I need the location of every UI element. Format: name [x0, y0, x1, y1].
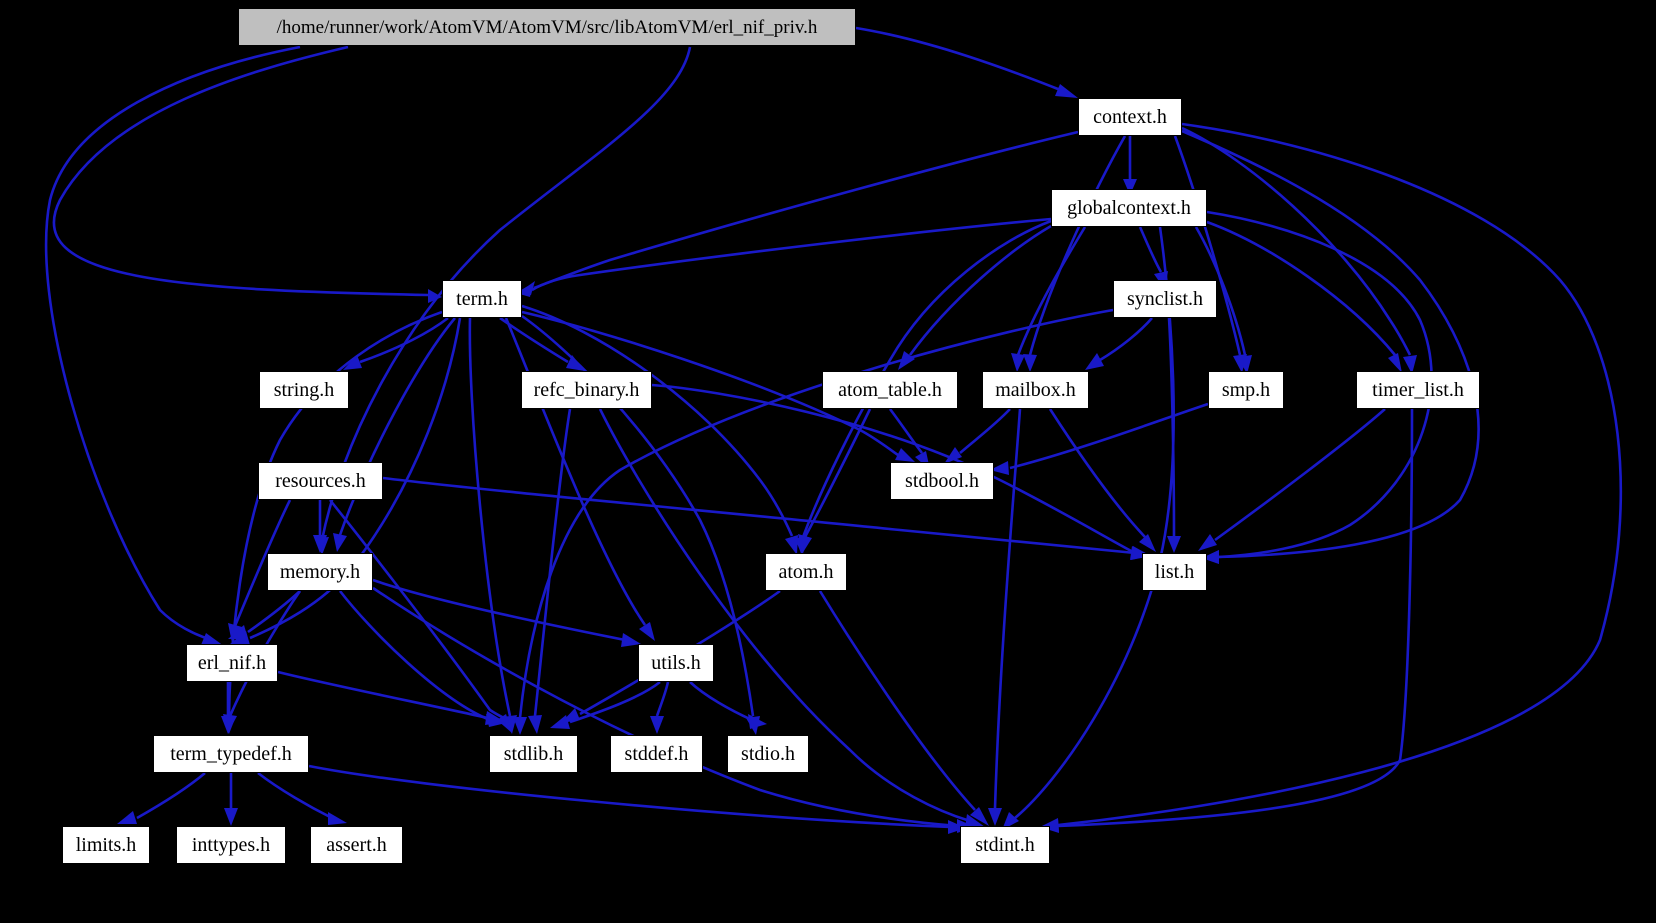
graph-node-memory[interactable]: memory.h: [267, 553, 373, 591]
graph-edge-term-typedef-to-stdint: [308, 764, 966, 834]
graph-edge-erl-nif-to-stdlib: [277, 670, 505, 725]
graph-edge-atom-table-to-atom: [798, 408, 872, 554]
graph-node-atom_table[interactable]: atom_table.h: [822, 371, 958, 409]
graph-edge-memory-to-stdint: [372, 586, 975, 833]
graph-node-smp[interactable]: smp.h: [1208, 371, 1284, 409]
graph-edge-root-to-context: [855, 26, 1078, 98]
graph-node-stddef[interactable]: stddef.h: [610, 735, 703, 773]
graph-edge-smp-to-stdbool: [990, 402, 1209, 475]
graph-node-stdlib[interactable]: stdlib.h: [489, 735, 578, 773]
graph-node-stdio[interactable]: stdio.h: [727, 735, 809, 773]
graph-edge-utils-to-stdio: [689, 681, 767, 729]
graph-edge-synclist-to-list: [1167, 317, 1181, 553]
graph-edge-mailbox-to-stdbool: [944, 408, 1011, 464]
include-dependency-graph: /home/runner/work/AtomVM/AtomVM/src/libA…: [0, 0, 1656, 923]
graph-node-erl_nif[interactable]: erl_nif.h: [186, 644, 278, 682]
graph-edge-context-to-list: [1181, 129, 1480, 564]
graph-edge-term-typedef-to-limits: [117, 772, 206, 824]
graph-node-context[interactable]: context.h: [1078, 98, 1182, 136]
graph-node-globalcontext[interactable]: globalcontext.h: [1051, 189, 1207, 227]
graph-edge-context-to-mailbox: [1023, 135, 1127, 372]
graph-node-refc_binary[interactable]: refc_binary.h: [521, 371, 652, 409]
graph-edge-context-to-term: [518, 130, 1079, 295]
graph-node-list[interactable]: list.h: [1142, 553, 1207, 591]
graph-edge-context-to-stdint: [1040, 122, 1623, 832]
graph-edge-term-to-atom: [521, 304, 798, 555]
graph-edge-term-typedef-to-assert: [257, 771, 347, 825]
graph-edge-root-to-erl-nif: [44, 45, 301, 646]
graph-edge-globalcontext-to-timer-list: [1206, 220, 1402, 373]
graph-node-root[interactable]: /home/runner/work/AtomVM/AtomVM/src/libA…: [238, 8, 856, 46]
graph-edge-root-to-term-left: [52, 45, 442, 303]
graph-node-utils[interactable]: utils.h: [638, 644, 714, 682]
graph-edge-term-to-string: [343, 316, 449, 370]
graph-edge-layer: [44, 26, 1623, 834]
graph-edge-resources-to-stdlib: [328, 499, 512, 733]
graph-node-resources[interactable]: resources.h: [258, 462, 383, 500]
graph-edge-timer-list-to-list: [1198, 408, 1386, 551]
graph-edge-timer-list-to-stdint: [1040, 408, 1414, 833]
graph-node-mailbox[interactable]: mailbox.h: [982, 371, 1089, 409]
graph-node-term[interactable]: term.h: [442, 280, 522, 318]
graph-node-assert[interactable]: assert.h: [310, 826, 403, 864]
graph-node-synclist[interactable]: synclist.h: [1113, 280, 1217, 318]
graph-node-string[interactable]: string.h: [259, 371, 349, 409]
graph-node-term_typedef[interactable]: term_typedef.h: [153, 735, 309, 773]
graph-edge-context-to-timer-list: [1181, 126, 1417, 374]
graph-node-atom[interactable]: atom.h: [765, 553, 847, 591]
graph-node-limits[interactable]: limits.h: [62, 826, 150, 864]
graph-edge-context-to-globalcontext: [1123, 136, 1137, 195]
graph-edge-globalcontext-to-term: [516, 217, 1052, 297]
graph-node-stdbool[interactable]: stdbool.h: [890, 462, 994, 500]
graph-edge-mailbox-to-list: [1048, 408, 1156, 552]
graph-edge-memory-to-stdlib: [338, 590, 506, 727]
graph-edge-term-to-memory: [333, 317, 456, 552]
graph-edge-term-typedef-to-inttypes: [224, 773, 238, 826]
graph-node-stdint[interactable]: stdint.h: [960, 826, 1050, 864]
graph-edge-globalcontext-to-atom-table: [898, 224, 1052, 370]
graph-edge-utils-to-stddef: [650, 681, 670, 734]
graph-node-timer_list[interactable]: timer_list.h: [1356, 371, 1480, 409]
graph-edge-synclist-to-smp: [1085, 317, 1153, 370]
graph-node-inttypes[interactable]: inttypes.h: [176, 826, 286, 864]
